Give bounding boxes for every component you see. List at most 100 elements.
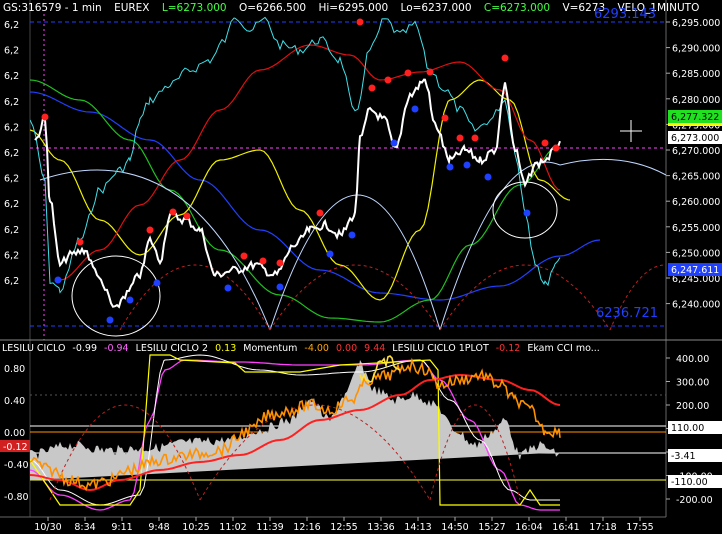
time-tick-label: 15:27 <box>478 522 505 533</box>
left-price-tick: 6,2 <box>4 122 19 133</box>
sell-dot <box>146 226 154 234</box>
left-price-tick: 6,2 <box>4 225 19 236</box>
left-price-tick: 6,2 <box>4 97 19 108</box>
sell-dot <box>276 259 284 267</box>
price-tick-label: 6,255.000 <box>672 223 720 234</box>
sell-dot <box>368 84 376 92</box>
left-price-tick: 6,2 <box>4 174 19 185</box>
buy-dot <box>446 163 454 171</box>
time-tick-label: 9:48 <box>148 522 169 533</box>
indicator-label: Momentum <box>243 343 298 354</box>
price-tick-label: 6,280.000 <box>672 95 720 106</box>
time-tick-label: 10/30 <box>34 522 61 533</box>
badge-m341: -3.41 <box>671 451 696 462</box>
ind-left-tick: -0.40 <box>4 460 29 471</box>
close-label: C=6273.000 <box>483 2 551 14</box>
sell-dot <box>456 134 464 142</box>
ind-right-tick: -200.00 <box>676 495 713 506</box>
indicator-label: LESILU CICLO 1PLOT <box>392 343 489 354</box>
sell-dot <box>316 209 324 217</box>
low-band-value: 6236.721 <box>596 306 659 321</box>
sell-dot <box>240 252 248 260</box>
sell-dot <box>384 76 392 84</box>
indicator-label: 9.44 <box>364 343 386 354</box>
last-label: L=6273.000 <box>161 2 227 14</box>
time-tick-label: 14:13 <box>404 522 431 533</box>
sell-dot <box>183 212 191 220</box>
price-tick-label: 6,290.000 <box>672 44 720 55</box>
time-tick-label: 11:39 <box>256 522 283 533</box>
indicator-label: LESILU CICLO 2 <box>135 343 209 354</box>
time-tick-label: 12:16 <box>293 522 320 533</box>
price-tick-label: 6,285.000 <box>672 69 720 80</box>
buy-dot <box>224 284 232 292</box>
buy-dot <box>523 209 531 217</box>
low-label: Lo=6237.000 <box>400 2 472 14</box>
sell-dot <box>541 139 549 147</box>
buy-dot <box>126 296 134 304</box>
ind-left-tick: -0.80 <box>4 492 29 503</box>
badge-green: 6,277.322 <box>671 112 719 123</box>
price-tick-label: 6,270.000 <box>672 146 720 157</box>
badge-m110: -110.00 <box>671 477 708 488</box>
price-tick-label: 6,295.000 <box>672 18 720 29</box>
left-price-tick: 6,2 <box>4 71 19 82</box>
red-ma-line <box>59 44 561 281</box>
buy-dot <box>411 105 419 113</box>
sell-dot <box>552 144 560 152</box>
sell-dot <box>441 114 449 122</box>
cycle-arc <box>559 158 666 176</box>
time-tick-label: 17:18 <box>589 522 616 533</box>
ind-right-tick: 200.00 <box>676 401 709 412</box>
left-price-tick: 6,2 <box>4 46 19 57</box>
indicator-label: -0.94 <box>104 343 129 354</box>
time-tick-label: 10:25 <box>182 522 209 533</box>
highlight-circle <box>71 255 161 337</box>
crosshair-icon <box>620 120 642 142</box>
time-tick-label: 8:34 <box>74 522 95 533</box>
yellow-ma-line <box>30 79 571 301</box>
time-tick-label: 13:36 <box>367 522 394 533</box>
ind-right-tick: 300.00 <box>676 378 709 389</box>
sell-dot <box>76 238 84 246</box>
sell-dot <box>356 18 364 26</box>
time-tick-label: 16:04 <box>515 522 542 533</box>
price-line <box>34 78 561 309</box>
open-label: O=6266.500 <box>238 2 307 14</box>
buy-dot <box>390 139 398 147</box>
indicator-label: 0.00 <box>335 343 358 354</box>
price-tick-label: 6,260.000 <box>672 197 720 208</box>
time-tick-label: 12:55 <box>330 522 357 533</box>
chart-window: 6,295.000 6,290.000 6,285.000 6,280.000 6,27… <box>0 0 722 534</box>
green-ma-line <box>30 79 561 323</box>
time-tick-label: 17:55 <box>626 522 653 533</box>
buy-dot <box>484 173 492 181</box>
ind-left-tick: 0.80 <box>4 364 25 375</box>
left-badge: -0.12 <box>3 442 28 453</box>
sell-dot <box>426 68 434 76</box>
blue-ma-line <box>30 91 601 301</box>
badge-yellow-strip <box>668 123 722 126</box>
price-chart[interactable]: 6,295.000 6,290.000 6,285.000 6,280.000 6,27… <box>0 0 722 534</box>
left-price-tick: 6,2 <box>4 20 19 31</box>
buy-dot <box>348 231 356 239</box>
badge-blue: 6,247.611 <box>671 265 719 276</box>
buy-dot <box>153 279 161 287</box>
cycle-arc-dashed <box>119 264 271 331</box>
buy-dot <box>276 283 284 291</box>
sell-dot <box>41 113 49 121</box>
buy-dot <box>54 276 62 284</box>
badge-110: 110.00 <box>671 423 704 434</box>
ind-right-tick: 400.00 <box>676 354 709 365</box>
left-price-tick: 6,2 <box>4 276 19 287</box>
indicator-label: -0.12 <box>495 343 521 354</box>
indicator-label: -4.00 <box>304 343 329 354</box>
highlight-circle <box>492 181 558 239</box>
left-price-tick: 6,2 <box>4 250 19 261</box>
price-tick-label: 6,250.000 <box>672 248 720 259</box>
badge-close: 6,273.000 <box>671 133 719 144</box>
sell-dot <box>471 134 479 142</box>
time-tick-label: 9:11 <box>111 522 132 533</box>
indicator-label: 0.13 <box>215 343 237 354</box>
sell-dot <box>259 257 267 265</box>
